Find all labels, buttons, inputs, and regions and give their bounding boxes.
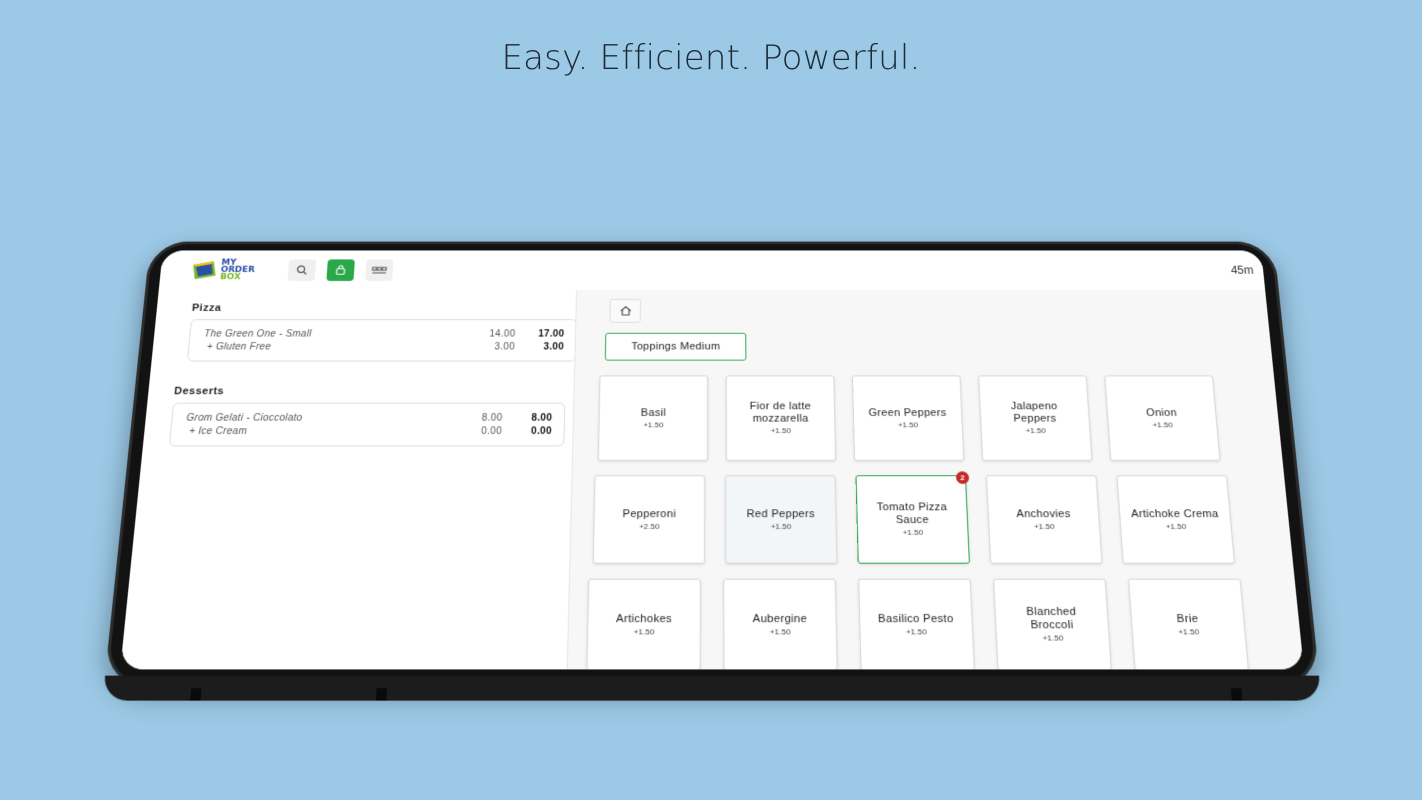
menu-item-anchovies[interactable]: Anchovies +1.50 bbox=[985, 475, 1103, 564]
order-group-title: Desserts bbox=[173, 385, 225, 398]
menu-item-aubergine[interactable]: Aubergine +1.50 bbox=[723, 578, 838, 670]
menu-item-name: Basil bbox=[640, 406, 667, 419]
order-item-card[interactable]: Grom Gelati - Cioccolato 8.00 8.00 + Ice… bbox=[168, 402, 566, 447]
tables-icon bbox=[371, 265, 387, 276]
menu-item-price: +1.50 bbox=[897, 420, 919, 429]
menu-item-fior-de-latte[interactable]: Fior de latte mozzarella +1.50 bbox=[725, 375, 837, 461]
bag-button[interactable] bbox=[326, 259, 355, 281]
menu-item-artichokes[interactable]: Artichokes +1.50 bbox=[586, 578, 701, 670]
menu-item-red-peppers[interactable]: Red Peppers +1.50 bbox=[725, 475, 838, 564]
order-line-unit-price: 0.00 bbox=[481, 425, 503, 437]
order-group-title: Pizza bbox=[191, 302, 222, 314]
menu-item-name: Pepperoni bbox=[622, 507, 677, 520]
menu-item-name: Onion bbox=[1145, 406, 1178, 419]
menu-item-price: +1.50 bbox=[770, 426, 791, 435]
menu-item-price: +1.50 bbox=[1152, 420, 1173, 429]
menu-item-price: +1.50 bbox=[1025, 426, 1046, 435]
menu-item-name: Artichokes bbox=[616, 612, 673, 625]
menu-item-onion[interactable]: Onion +1.50 bbox=[1104, 375, 1221, 461]
device-button bbox=[1230, 688, 1243, 701]
order-line-total: 17.00 bbox=[538, 328, 565, 339]
order-modifier-line: + Ice Cream 0.00 0.00 bbox=[185, 424, 552, 437]
order-modifier-line: + Gluten Free 3.00 3.00 bbox=[202, 340, 564, 353]
order-panel: Pizza The Green One - Small 14.00 17.00 … bbox=[120, 290, 578, 670]
menu-item-green-peppers[interactable]: Green Peppers +1.50 bbox=[851, 375, 965, 461]
order-line-name: + Ice Cream bbox=[188, 425, 248, 437]
app-screen: MY ORDER BOX 45m Pizza The Green One - S… bbox=[120, 250, 1304, 670]
shopping-bag-icon bbox=[334, 265, 346, 276]
home-icon bbox=[619, 305, 632, 316]
quantity-badge: 2 bbox=[955, 471, 970, 484]
home-button[interactable] bbox=[609, 299, 642, 323]
menu-item-name: Tomato Pizza Sauce bbox=[876, 501, 948, 527]
menu-item-price: +1.50 bbox=[770, 521, 792, 531]
logo-line-3: BOX bbox=[219, 272, 241, 282]
order-line-total: 8.00 bbox=[531, 412, 553, 424]
top-bar: MY ORDER BOX 45m bbox=[158, 250, 1266, 312]
menu-item-name: Blanched Broccoli bbox=[1026, 605, 1077, 632]
order-line: Grom Gelati - Cioccolato 8.00 8.00 bbox=[186, 411, 552, 424]
menu-item-tomato-pizza-sauce[interactable]: 2 Tomato Pizza Sauce +1.50 bbox=[855, 471, 970, 564]
logo-box-icon bbox=[191, 261, 217, 280]
menu-item-name: Basilico Pesto bbox=[877, 612, 954, 625]
device-button bbox=[190, 688, 202, 701]
order-group-pizza: Pizza The Green One - Small 14.00 17.00 … bbox=[186, 302, 578, 362]
order-line-unit-price: 14.00 bbox=[489, 328, 516, 339]
order-line: The Green One - Small 14.00 17.00 bbox=[204, 327, 565, 340]
menu-item-basil[interactable]: Basil +1.50 bbox=[597, 375, 709, 461]
device-button bbox=[375, 688, 388, 701]
menu-item-price: +1.50 bbox=[633, 626, 655, 636]
menu-item-name: Artichoke Crema bbox=[1130, 507, 1220, 520]
menu-item-artichoke-crema[interactable]: Artichoke Crema +1.50 bbox=[1116, 475, 1235, 564]
menu-item-jalapeno-peppers[interactable]: Jalapeno Peppers +1.50 bbox=[978, 375, 1093, 461]
menu-item-basilico-pesto[interactable]: Basilico Pesto +1.50 bbox=[858, 578, 975, 670]
menu-item-price: +1.50 bbox=[1042, 633, 1064, 643]
search-button[interactable] bbox=[287, 259, 317, 281]
menu-item-price: +1.50 bbox=[769, 626, 791, 636]
order-group-desserts: Desserts Grom Gelati - Cioccolato 8.00 8… bbox=[168, 385, 566, 447]
session-timer: 45m bbox=[1230, 263, 1255, 277]
tables-button[interactable] bbox=[365, 259, 394, 281]
menu-item-name: Green Peppers bbox=[868, 406, 947, 419]
device-stage: MY ORDER BOX 45m Pizza The Green One - S… bbox=[0, 0, 1422, 800]
menu-item-brie[interactable]: Brie +1.50 bbox=[1128, 578, 1249, 670]
menu-item-name: Aubergine bbox=[752, 612, 808, 625]
menu-item-pepperoni[interactable]: Pepperoni +2.50 bbox=[592, 475, 705, 564]
menu-item-price: +2.50 bbox=[638, 521, 660, 531]
menu-item-name: Brie bbox=[1176, 612, 1199, 625]
order-line-unit-price: 3.00 bbox=[494, 341, 516, 352]
menu-item-price: +1.50 bbox=[1165, 521, 1187, 531]
menu-item-price: +1.50 bbox=[1033, 521, 1055, 531]
search-icon bbox=[296, 265, 308, 276]
order-line-total: 0.00 bbox=[530, 425, 552, 437]
category-toppings-medium[interactable]: Toppings Medium bbox=[604, 332, 747, 361]
app-logo[interactable]: MY ORDER BOX bbox=[189, 257, 269, 284]
order-item-card[interactable]: The Green One - Small 14.00 17.00 + Glut… bbox=[186, 319, 578, 362]
order-line-total: 3.00 bbox=[543, 341, 565, 352]
order-line-name: Grom Gelati - Cioccolato bbox=[186, 412, 303, 424]
order-line-name: The Green One - Small bbox=[203, 328, 312, 339]
menu-item-price: +1.50 bbox=[905, 626, 927, 636]
menu-panel: Toppings Medium Basil +1.50 Fior de latt… bbox=[566, 290, 1304, 670]
menu-item-name: Fior de latte mozzarella bbox=[749, 400, 812, 425]
order-line-unit-price: 8.00 bbox=[481, 412, 503, 424]
menu-item-name: Jalapeno Peppers bbox=[1010, 400, 1058, 425]
tablet-device: MY ORDER BOX 45m Pizza The Green One - S… bbox=[103, 241, 1321, 701]
menu-item-price: +1.50 bbox=[902, 527, 924, 537]
order-line-name: + Gluten Free bbox=[206, 341, 272, 352]
menu-item-price: +1.50 bbox=[643, 420, 664, 429]
menu-item-name: Red Peppers bbox=[746, 507, 815, 520]
menu-item-price: +1.50 bbox=[1177, 626, 1200, 636]
menu-item-name: Anchovies bbox=[1016, 507, 1071, 520]
menu-item-blanched-broccoli[interactable]: Blanched Broccoli +1.50 bbox=[993, 578, 1112, 670]
